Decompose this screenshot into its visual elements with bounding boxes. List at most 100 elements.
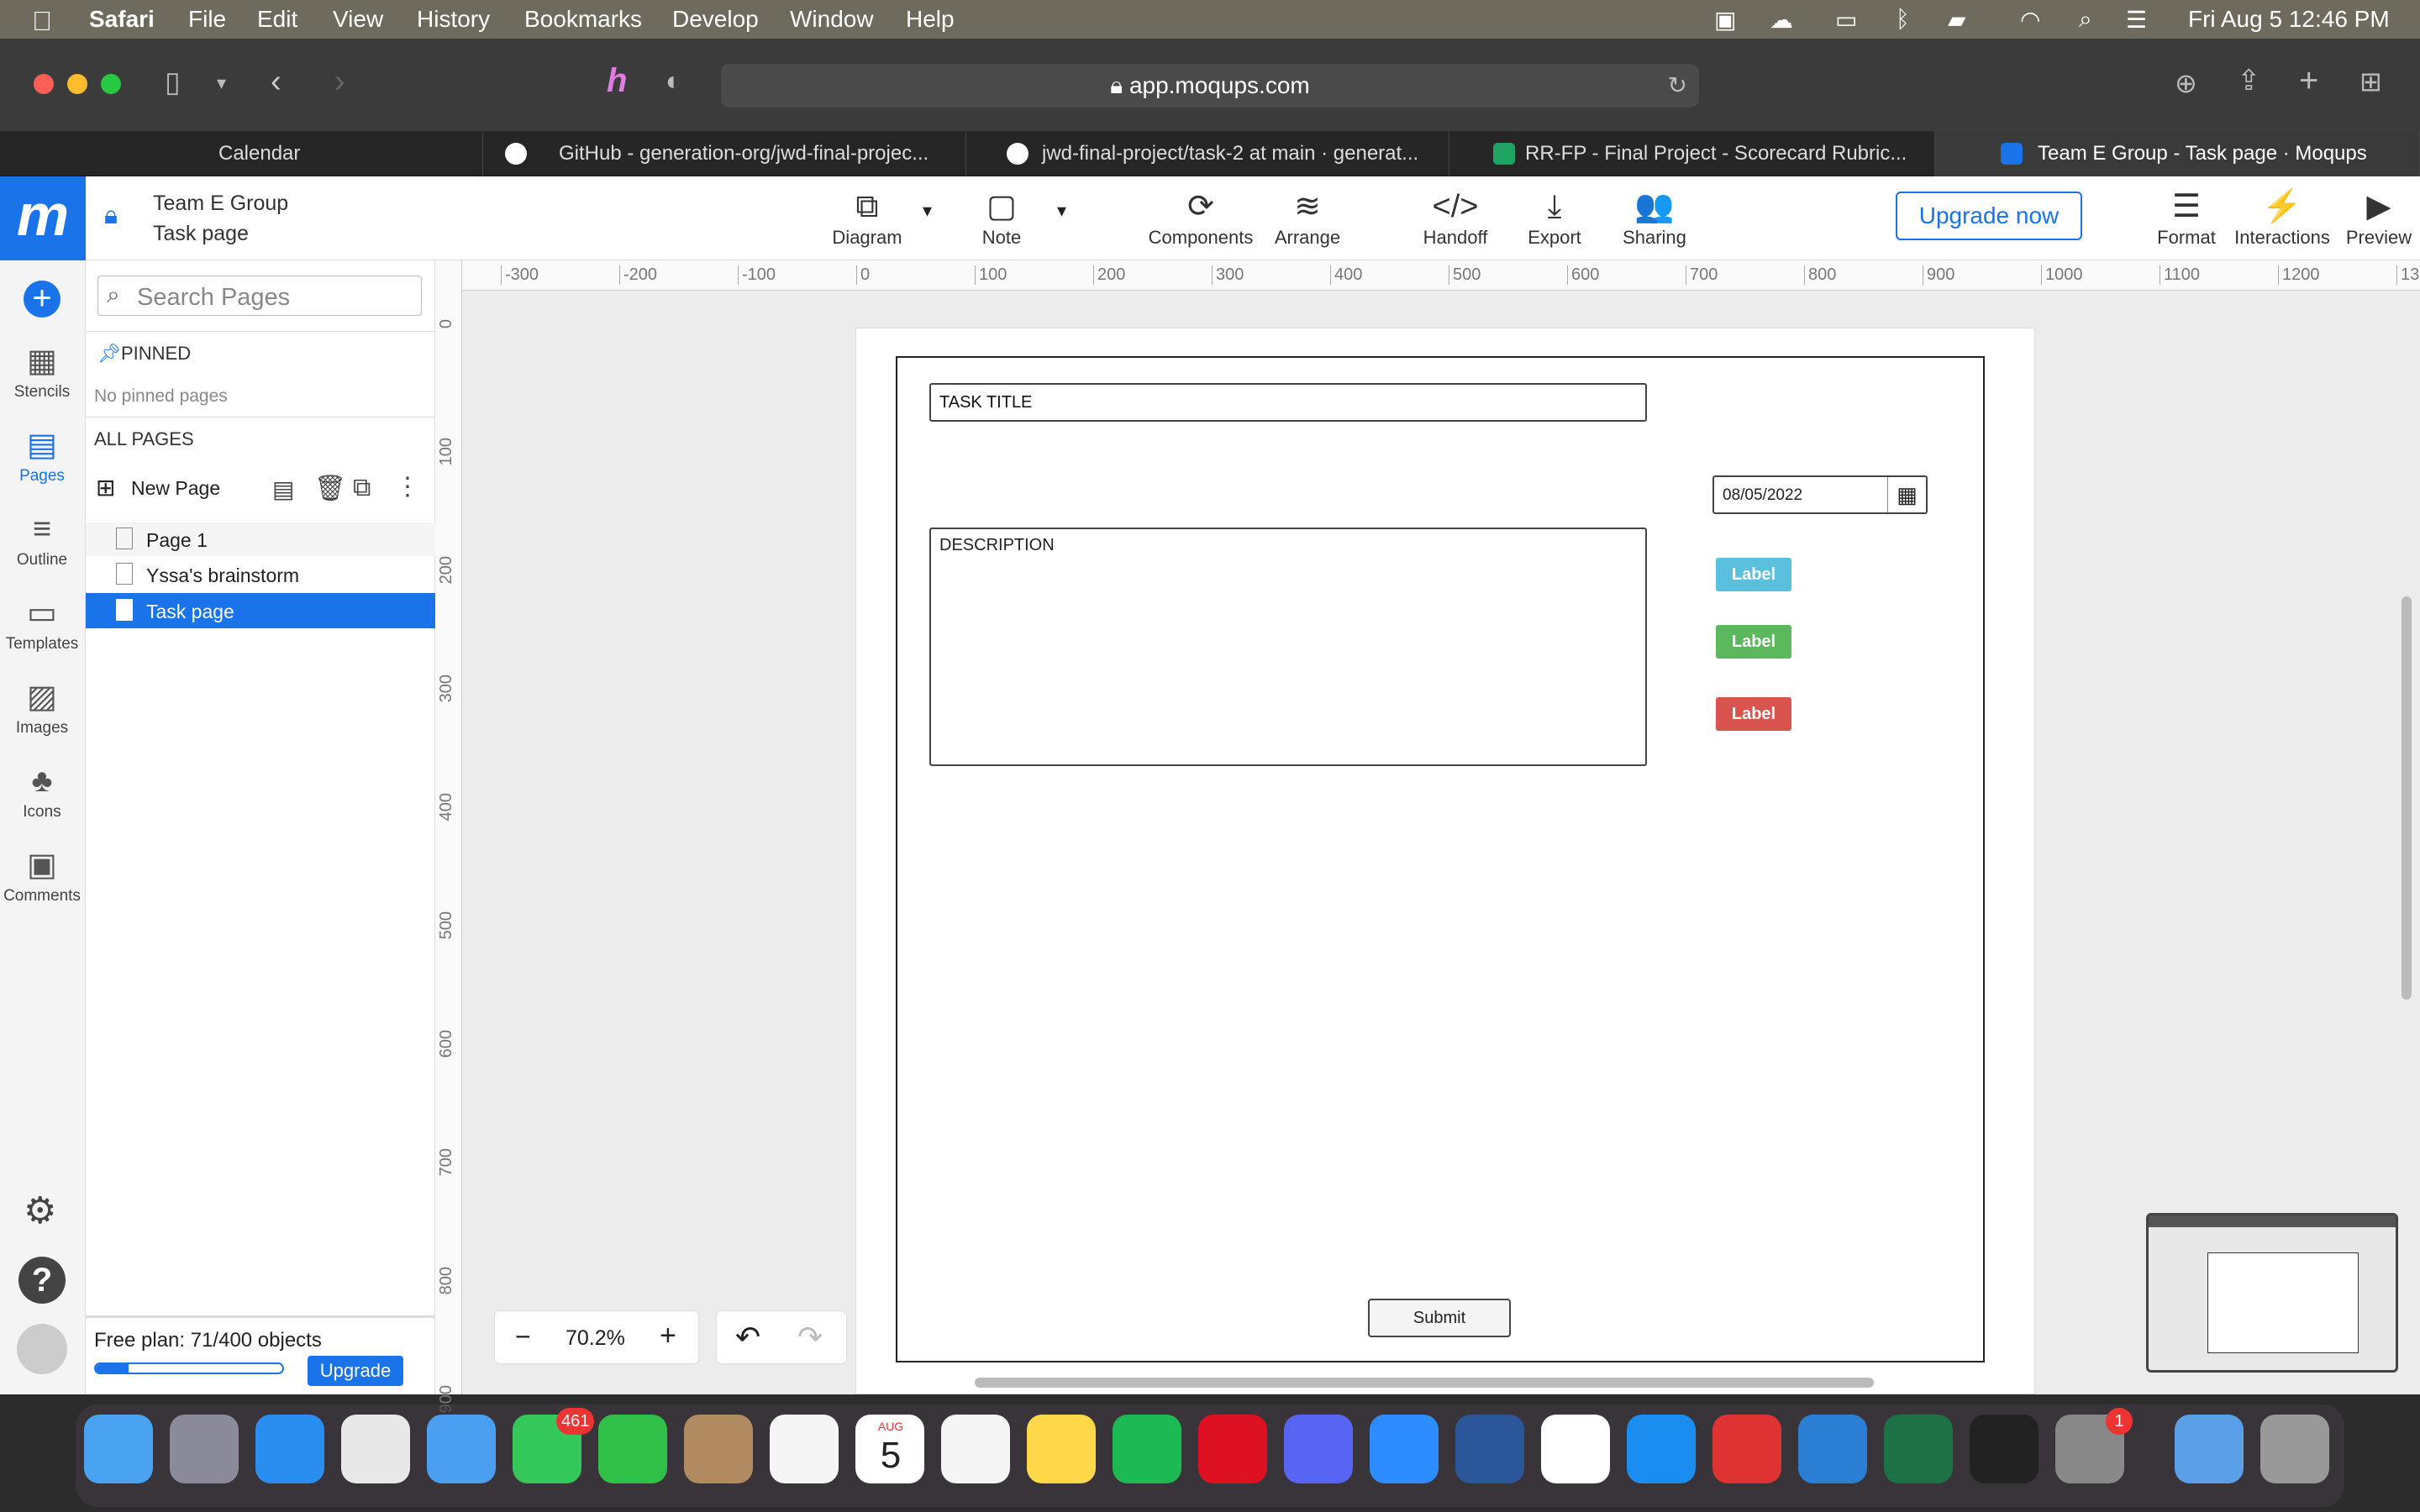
menu-view[interactable]: View bbox=[333, 6, 383, 33]
upgrade-now-button[interactable]: Upgrade now bbox=[1896, 192, 2082, 240]
redo-icon[interactable]: ↷ bbox=[797, 1320, 823, 1355]
handoff-tool[interactable]: </> Handoff bbox=[1413, 186, 1497, 249]
close-window-button[interactable] bbox=[34, 74, 54, 94]
apple-icon[interactable]:  bbox=[32, 6, 52, 37]
wifi-icon[interactable]: ◠ bbox=[2020, 6, 2040, 34]
menu-help[interactable]: Help bbox=[906, 6, 955, 33]
express-vpn-icon[interactable] bbox=[1712, 1415, 1781, 1483]
arrange-tool[interactable]: ≋ Arrange bbox=[1265, 186, 1349, 249]
label-badge-success[interactable]: Label bbox=[1716, 625, 1791, 659]
notion-icon[interactable] bbox=[1541, 1415, 1610, 1483]
lock-icon[interactable]: 🔒︎ bbox=[104, 202, 118, 230]
photo-booth-icon[interactable] bbox=[1198, 1415, 1267, 1483]
description-textarea[interactable]: DESCRIPTION bbox=[929, 528, 1647, 766]
spotlight-icon[interactable]: ⌕ bbox=[2079, 6, 2092, 34]
shield-icon[interactable]: ◐ bbox=[666, 66, 681, 97]
share-icon[interactable]: ⇪ bbox=[2237, 64, 2261, 97]
zoom-in-icon[interactable]: + bbox=[660, 1320, 676, 1352]
tab-moqups[interactable]: Team E Group - Task page · Moqups bbox=[1935, 131, 2420, 176]
zoom-window-button[interactable] bbox=[101, 74, 121, 94]
rail-icons[interactable]: ♣ Icons bbox=[0, 764, 84, 822]
zoom-icon[interactable] bbox=[1370, 1415, 1439, 1483]
menu-file[interactable]: File bbox=[188, 6, 226, 33]
page-item-page-1[interactable]: Page 1 bbox=[86, 522, 435, 556]
trash-icon[interactable]: 🗑︎ bbox=[314, 474, 346, 503]
export-tool[interactable]: ⤓ Export bbox=[1512, 186, 1597, 249]
discord-icon[interactable] bbox=[1284, 1415, 1353, 1483]
control-center-icon[interactable]: ☰ bbox=[2126, 6, 2147, 34]
downloads-icon[interactable]: ⊕ bbox=[2175, 67, 2197, 99]
calendar-icon[interactable]: ▦ bbox=[1887, 477, 1926, 512]
note-tool[interactable]: ▢ Note bbox=[960, 186, 1044, 249]
finder-icon[interactable] bbox=[84, 1415, 153, 1483]
rail-stencils[interactable]: ▦ Stencils bbox=[0, 344, 84, 402]
launchpad-icon[interactable] bbox=[170, 1415, 239, 1483]
creative-cloud-icon[interactable]: ☁ bbox=[1770, 6, 1793, 34]
trash-icon[interactable] bbox=[2260, 1415, 2329, 1483]
components-tool[interactable]: ⟳ Components bbox=[1146, 186, 1255, 249]
menu-edit[interactable]: Edit bbox=[257, 6, 297, 33]
new-page-button[interactable]: ⊞ New Page bbox=[96, 474, 239, 504]
more-options-icon[interactable]: ⋮ bbox=[395, 472, 420, 501]
tab-overview-icon[interactable]: ⊞ bbox=[2360, 66, 2382, 97]
menu-window[interactable]: Window bbox=[790, 6, 874, 33]
label-badge-info[interactable]: Label bbox=[1716, 558, 1791, 591]
menu-develop[interactable]: Develop bbox=[672, 6, 759, 33]
new-tab-icon[interactable]: + bbox=[2299, 62, 2318, 100]
rail-comments[interactable]: ▣ Comments bbox=[0, 848, 84, 906]
display-icon[interactable]: ▭ bbox=[1835, 6, 1857, 34]
moqups-logo[interactable]: m bbox=[0, 176, 86, 260]
word-icon[interactable] bbox=[1455, 1415, 1524, 1483]
preview-button[interactable]: ▶ Preview bbox=[2341, 186, 2417, 249]
contacts-icon[interactable] bbox=[684, 1415, 753, 1483]
interactions-panel-button[interactable]: ⚡ Interactions bbox=[2230, 186, 2334, 249]
diagram-tool[interactable]: ⧉ Diagram bbox=[825, 186, 909, 249]
wireframe-container[interactable]: TASK TITLE 08/05/2022 ▦ DESCRIPTION Labe… bbox=[896, 356, 1985, 1362]
project-name[interactable]: Team E Group bbox=[153, 192, 288, 216]
label-badge-danger[interactable]: Label bbox=[1716, 697, 1791, 731]
mail-icon[interactable] bbox=[427, 1415, 496, 1483]
vertical-scrollbar[interactable] bbox=[2402, 596, 2412, 1000]
page-item-task-page[interactable]: Task page bbox=[86, 593, 435, 628]
reload-icon[interactable]: ↻ bbox=[1668, 64, 1687, 108]
submit-button[interactable]: Submit bbox=[1368, 1299, 1511, 1337]
rail-images[interactable]: ▨ Images bbox=[0, 680, 84, 738]
camera-status-icon[interactable]: ▣ bbox=[1714, 6, 1736, 34]
zoom-out-icon[interactable]: − bbox=[515, 1321, 531, 1352]
chevron-down-icon[interactable]: ▾ bbox=[217, 72, 226, 94]
folder-icon[interactable] bbox=[2175, 1415, 2244, 1483]
vscode-icon[interactable] bbox=[1798, 1415, 1867, 1483]
back-icon[interactable]: ‹ bbox=[271, 64, 281, 100]
settings-icon[interactable]: ⚙ bbox=[24, 1189, 56, 1232]
reminders-icon[interactable] bbox=[941, 1415, 1010, 1483]
chrome-icon[interactable] bbox=[341, 1415, 410, 1483]
screenshot-thumbnail[interactable] bbox=[2146, 1213, 2398, 1373]
add-icon[interactable]: + bbox=[24, 281, 60, 318]
menu-bookmarks[interactable]: Bookmarks bbox=[524, 6, 642, 33]
facetime-icon[interactable] bbox=[598, 1415, 667, 1483]
search-pages-input[interactable]: ⌕ Search Pages bbox=[97, 276, 422, 316]
help-icon[interactable]: ? bbox=[18, 1257, 66, 1304]
upgrade-button[interactable]: Upgrade bbox=[308, 1356, 403, 1386]
undo-icon[interactable]: ↶ bbox=[735, 1320, 760, 1355]
rail-pages[interactable]: ▤ Pages bbox=[0, 428, 84, 486]
rail-templates[interactable]: ▭ Templates bbox=[0, 596, 84, 654]
app-store-icon[interactable] bbox=[1627, 1415, 1696, 1483]
spotify-icon[interactable] bbox=[1113, 1415, 1181, 1483]
menu-app-name[interactable]: Safari bbox=[89, 6, 155, 33]
task-title-input[interactable]: TASK TITLE bbox=[929, 383, 1647, 422]
format-panel-button[interactable]: ☰ Format bbox=[2153, 186, 2220, 249]
new-folder-icon[interactable]: ▤ bbox=[272, 475, 294, 503]
notes-icon[interactable] bbox=[1027, 1415, 1096, 1483]
date-picker[interactable]: 08/05/2022 ▦ bbox=[1712, 475, 1928, 514]
avatar[interactable] bbox=[17, 1324, 67, 1374]
forward-icon[interactable]: › bbox=[334, 64, 345, 100]
safari-icon[interactable] bbox=[255, 1415, 324, 1483]
tab-github-repo[interactable]: GitHub - generation-org/jwd-final-projec… bbox=[483, 131, 966, 176]
photos-icon[interactable] bbox=[770, 1415, 839, 1483]
menu-history[interactable]: History bbox=[417, 6, 490, 33]
excel-icon[interactable] bbox=[1884, 1415, 1953, 1483]
battery-icon[interactable]: ▰ bbox=[1948, 6, 1966, 34]
address-bar[interactable]: 🔒︎ app.moqups.com ↻ bbox=[721, 64, 1699, 108]
tab-github-task[interactable]: jwd-final-project/task-2 at main · gener… bbox=[966, 131, 1449, 176]
